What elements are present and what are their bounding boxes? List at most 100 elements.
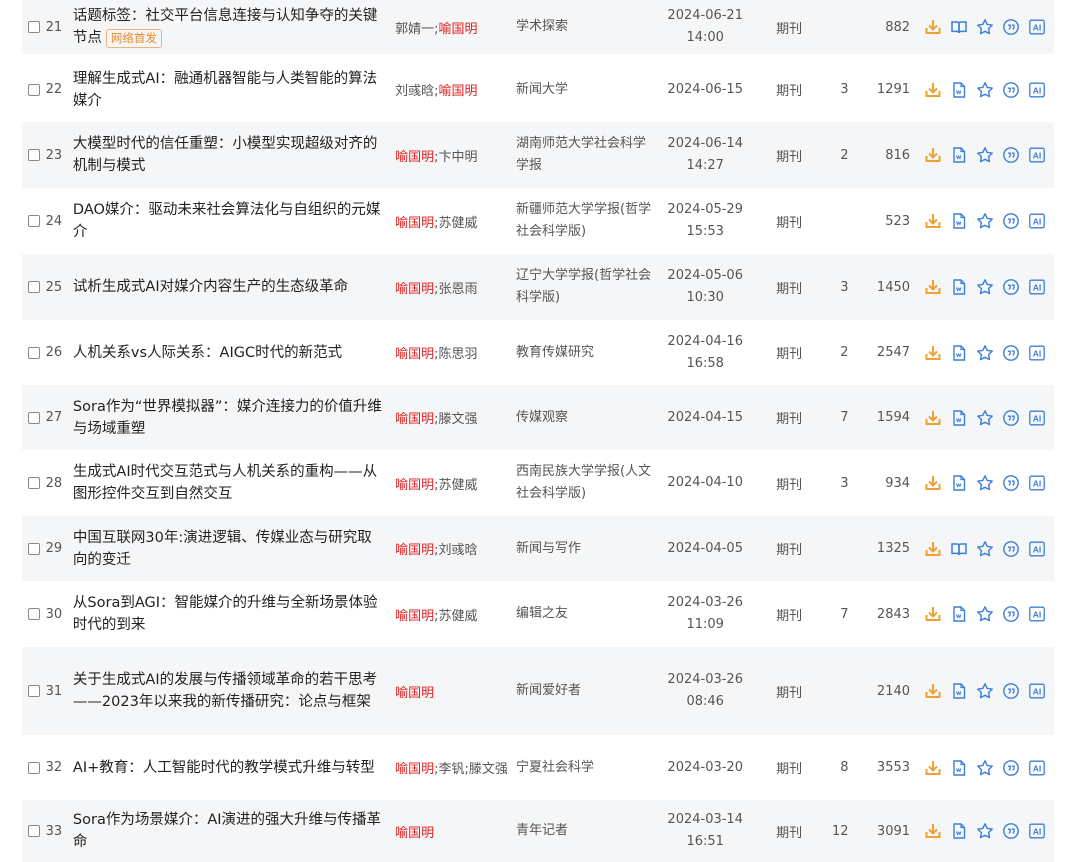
- download-icon[interactable]: [924, 18, 942, 36]
- source-link[interactable]: 辽宁大学学报(哲学社会科学版): [516, 268, 651, 305]
- download-icon[interactable]: [924, 212, 942, 230]
- star-icon[interactable]: [976, 212, 994, 230]
- source-link[interactable]: 新疆师范大学学报(哲学社会科学版): [516, 202, 651, 239]
- ai-icon[interactable]: AI: [1028, 278, 1046, 296]
- author-link[interactable]: 喻国明: [395, 412, 434, 427]
- row-checkbox[interactable]: [28, 149, 40, 161]
- row-checkbox[interactable]: [28, 215, 40, 227]
- author-link[interactable]: 喻国明: [395, 609, 434, 624]
- quote-icon[interactable]: [1002, 278, 1020, 296]
- ai-icon[interactable]: AI: [1028, 474, 1046, 492]
- author-link[interactable]: 滕文强: [438, 412, 477, 427]
- row-checkbox[interactable]: [28, 825, 40, 837]
- article-title-link[interactable]: 关于生成式AI的发展与传播领域革命的若干思考——2023年以来我的新传播研究：论…: [73, 672, 377, 710]
- row-checkbox[interactable]: [28, 346, 40, 359]
- author-link[interactable]: 喻国明: [395, 826, 434, 841]
- quote-icon[interactable]: [1002, 540, 1020, 558]
- download-icon[interactable]: [924, 409, 942, 427]
- author-link[interactable]: 刘彧晗: [438, 543, 477, 558]
- author-link[interactable]: 苏健威: [438, 478, 477, 493]
- source-link[interactable]: 新闻爱好者: [516, 683, 581, 698]
- star-icon[interactable]: [976, 409, 994, 427]
- article-title-link[interactable]: 大模型时代的信任重塑：小模型实现超级对齐的机制与模式: [73, 136, 378, 174]
- ai-icon[interactable]: AI: [1028, 605, 1046, 623]
- source-link[interactable]: 学术探索: [516, 19, 568, 34]
- author-link[interactable]: 喻国明: [438, 22, 477, 37]
- html-doc-icon[interactable]: [950, 759, 968, 777]
- source-link[interactable]: 湖南师范大学社会科学学报: [516, 136, 646, 173]
- article-title-link[interactable]: 从Sora到AGI：智能媒介的升维与全新场景体验时代的到来: [73, 595, 378, 633]
- row-checkbox[interactable]: [28, 608, 40, 620]
- author-link[interactable]: 滕文强: [469, 762, 508, 777]
- source-link[interactable]: 教育传媒研究: [516, 345, 594, 360]
- article-title-link[interactable]: AI+教育：人工智能时代的教学模式升维与转型: [73, 760, 375, 776]
- quote-icon[interactable]: [1002, 18, 1020, 36]
- ai-icon[interactable]: AI: [1028, 146, 1046, 164]
- download-icon[interactable]: [924, 759, 942, 777]
- star-icon[interactable]: [976, 18, 994, 36]
- ai-icon[interactable]: AI: [1028, 212, 1046, 230]
- article-title-link[interactable]: 理解生成式AI：融通机器智能与人类智能的算法媒介: [73, 71, 377, 109]
- row-checkbox[interactable]: [28, 542, 40, 555]
- star-icon[interactable]: [976, 822, 994, 840]
- source-link[interactable]: 新闻大学: [516, 82, 568, 97]
- article-title-link[interactable]: 试析生成式AI对媒介内容生产的生态级革命: [73, 279, 348, 295]
- row-checkbox[interactable]: [28, 761, 40, 774]
- html-doc-icon[interactable]: [950, 344, 968, 362]
- download-icon[interactable]: [924, 682, 942, 700]
- author-link[interactable]: 喻国明: [395, 347, 434, 362]
- star-icon[interactable]: [976, 605, 994, 623]
- author-link[interactable]: 李钒: [438, 762, 464, 777]
- source-link[interactable]: 宁夏社会科学: [516, 760, 594, 775]
- html-doc-icon[interactable]: [950, 409, 968, 427]
- download-icon[interactable]: [924, 822, 942, 840]
- star-icon[interactable]: [976, 344, 994, 362]
- source-link[interactable]: 西南民族大学学报(人文社会科学版): [516, 464, 651, 501]
- author-link[interactable]: 喻国明: [395, 686, 434, 701]
- quote-icon[interactable]: [1002, 605, 1020, 623]
- book-icon[interactable]: [950, 540, 968, 558]
- ai-icon[interactable]: AI: [1028, 822, 1046, 840]
- article-title-link[interactable]: Sora作为场景媒介：AI演进的强大升维与传播革命: [73, 812, 381, 850]
- source-link[interactable]: 传媒观察: [516, 410, 568, 425]
- article-title-link[interactable]: 生成式AI时代交互范式与人机关系的重构——从图形控件交互到自然交互: [73, 464, 377, 502]
- author-link[interactable]: 郭婧一: [395, 22, 434, 37]
- ai-icon[interactable]: AI: [1028, 18, 1046, 36]
- row-checkbox[interactable]: [28, 685, 40, 697]
- article-title-link[interactable]: 人机关系vs人际关系：AIGC时代的新范式: [73, 345, 342, 361]
- author-link[interactable]: 刘彧晗: [395, 84, 434, 99]
- download-icon[interactable]: [924, 605, 942, 623]
- ai-icon[interactable]: AI: [1028, 759, 1046, 777]
- quote-icon[interactable]: [1002, 759, 1020, 777]
- html-doc-icon[interactable]: [950, 822, 968, 840]
- row-checkbox[interactable]: [28, 477, 40, 489]
- download-icon[interactable]: [924, 278, 942, 296]
- quote-icon[interactable]: [1002, 212, 1020, 230]
- row-checkbox[interactable]: [28, 281, 40, 293]
- download-icon[interactable]: [924, 474, 942, 492]
- star-icon[interactable]: [976, 474, 994, 492]
- book-icon[interactable]: [950, 18, 968, 36]
- ai-icon[interactable]: AI: [1028, 540, 1046, 558]
- ai-icon[interactable]: AI: [1028, 81, 1046, 99]
- star-icon[interactable]: [976, 540, 994, 558]
- download-icon[interactable]: [924, 344, 942, 362]
- quote-icon[interactable]: [1002, 409, 1020, 427]
- author-link[interactable]: 张恩雨: [438, 282, 477, 297]
- author-link[interactable]: 陈思羽: [438, 347, 477, 362]
- author-link[interactable]: 喻国明: [395, 478, 434, 493]
- ai-icon[interactable]: AI: [1028, 682, 1046, 700]
- quote-icon[interactable]: [1002, 474, 1020, 492]
- author-link[interactable]: 苏健威: [438, 609, 477, 624]
- article-title-link[interactable]: 中国互联网30年:演进逻辑、传媒业态与研究取向的变迁: [73, 530, 372, 568]
- author-link[interactable]: 苏健威: [438, 216, 477, 231]
- row-checkbox[interactable]: [28, 411, 40, 424]
- html-doc-icon[interactable]: [950, 682, 968, 700]
- quote-icon[interactable]: [1002, 81, 1020, 99]
- html-doc-icon[interactable]: [950, 146, 968, 164]
- author-link[interactable]: 喻国明: [395, 762, 434, 777]
- quote-icon[interactable]: [1002, 344, 1020, 362]
- row-checkbox[interactable]: [28, 83, 40, 96]
- author-link[interactable]: 喻国明: [395, 282, 434, 297]
- quote-icon[interactable]: [1002, 682, 1020, 700]
